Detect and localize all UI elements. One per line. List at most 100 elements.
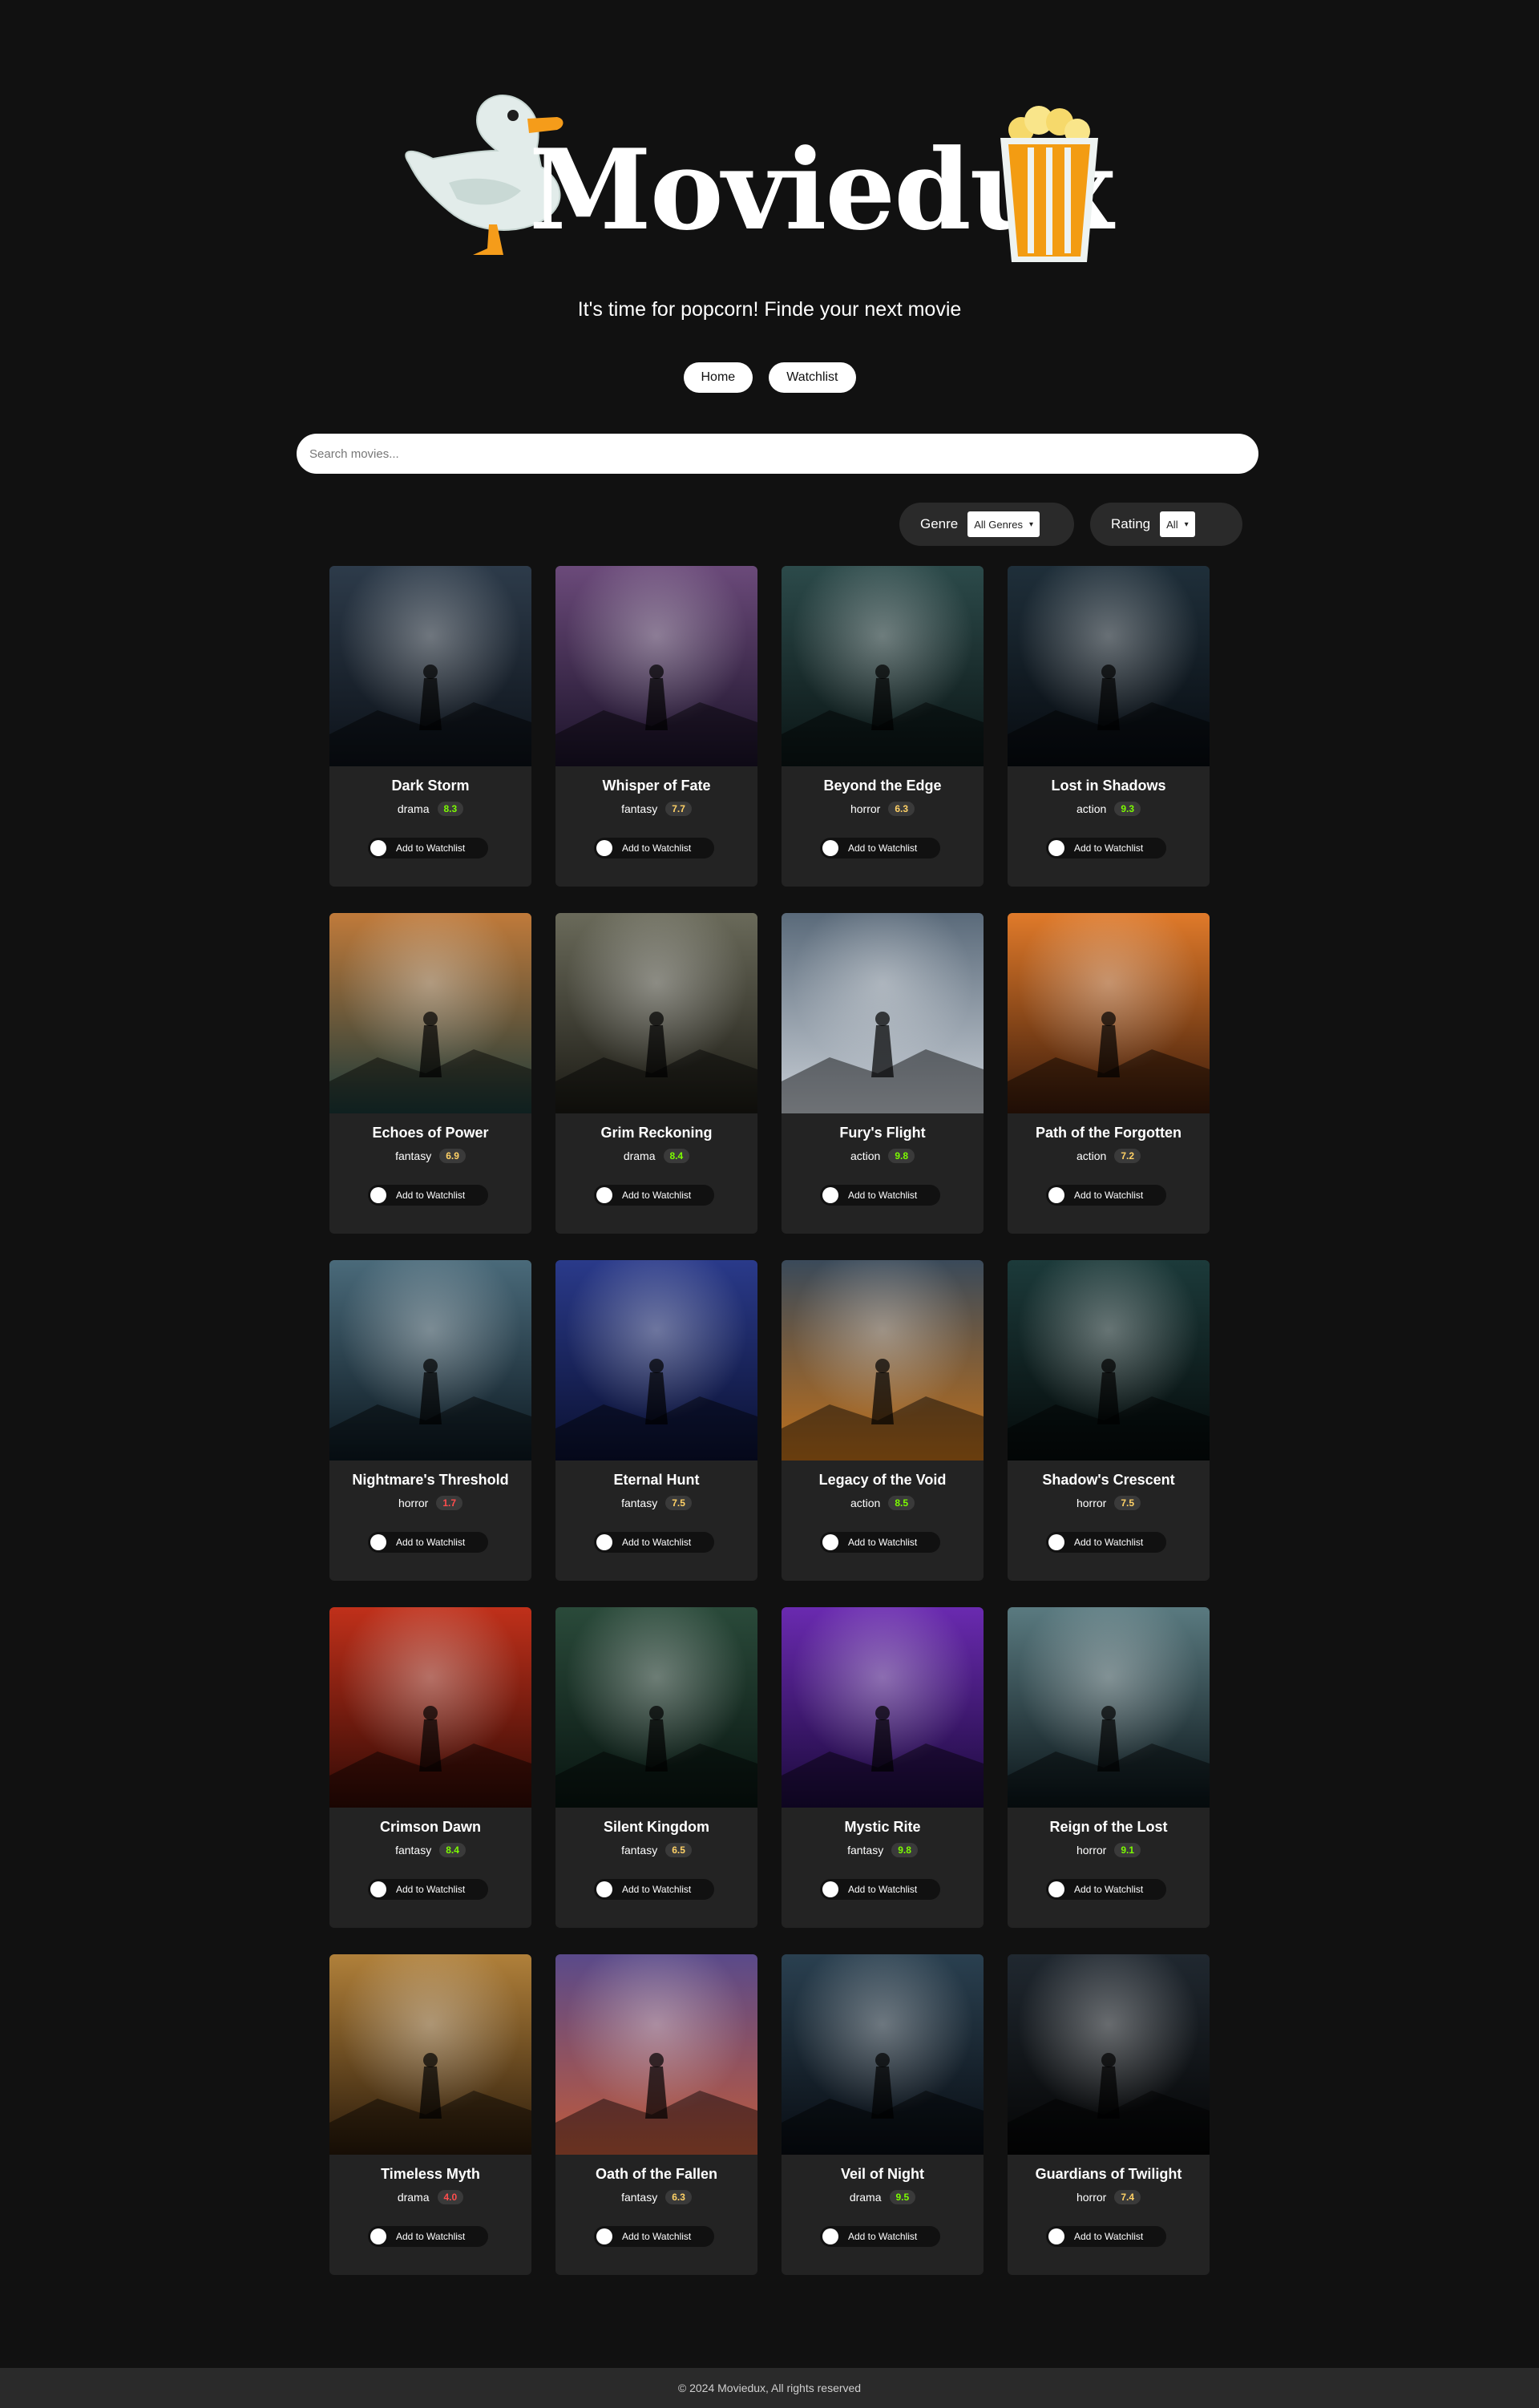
watchlist-toggle[interactable]: Add to Watchlist (594, 1185, 714, 1206)
movie-meta: drama 9.5 (782, 2190, 984, 2204)
watchlist-toggle[interactable]: Add to Watchlist (820, 1185, 940, 1206)
movie-rating: 6.9 (439, 1149, 466, 1163)
movie-title: Path of the Forgotten (1036, 1125, 1182, 1141)
movie-genre: horror (1076, 1844, 1107, 1857)
movie-card: Mystic Rite fantasy 9.8 Add to Watchlist (782, 1607, 984, 1928)
logo-text: Moviedux (529, 124, 1114, 255)
movie-poster (782, 1954, 984, 2155)
movie-meta: action 8.5 (782, 1496, 984, 1510)
watchlist-toggle[interactable]: Add to Watchlist (594, 2226, 714, 2247)
watchlist-toggle[interactable]: Add to Watchlist (820, 838, 940, 859)
genre-select-value: All Genres (974, 518, 1023, 531)
genre-filter-label: Genre (920, 516, 959, 531)
genre-filter: Genre All Genres ▾ (899, 503, 1074, 546)
movie-meta: fantasy 6.9 (329, 1149, 531, 1163)
movie-card: Whisper of Fate fantasy 7.7 Add to Watch… (555, 566, 757, 887)
movie-card: Timeless Myth drama 4.0 Add to Watchlist (329, 1954, 531, 2275)
movie-genre: fantasy (395, 1149, 432, 1162)
watchlist-toggle[interactable]: Add to Watchlist (1046, 1185, 1166, 1206)
movie-rating: 6.3 (888, 802, 915, 816)
footer-text: © 2024 Moviedux, All rights reserved (677, 2382, 862, 2394)
watchlist-toggle[interactable]: Add to Watchlist (1046, 1532, 1166, 1553)
movie-meta: drama 4.0 (329, 2190, 531, 2204)
watchlist-toggle-label: Add to Watchlist (622, 1537, 692, 1548)
genre-select[interactable]: All Genres ▾ (967, 511, 1040, 537)
movie-meta: fantasy 9.8 (782, 1843, 984, 1857)
movie-genre: fantasy (621, 802, 658, 815)
movie-rating: 7.5 (1114, 1496, 1141, 1510)
watchlist-toggle[interactable]: Add to Watchlist (594, 1879, 714, 1900)
watchlist-toggle[interactable]: Add to Watchlist (1046, 2226, 1166, 2247)
movie-card: Fury's Flight action 9.8 Add to Watchlis… (782, 913, 984, 1234)
watchlist-toggle[interactable]: Add to Watchlist (368, 1879, 488, 1900)
movie-card: Dark Storm drama 8.3 Add to Watchlist (329, 566, 531, 887)
movie-card: Eternal Hunt fantasy 7.5 Add to Watchlis… (555, 1260, 757, 1581)
toggle-knob (1048, 840, 1064, 856)
movie-card: Legacy of the Void action 8.5 Add to Wat… (782, 1260, 984, 1581)
movie-meta: fantasy 7.7 (555, 802, 757, 816)
movie-card: Silent Kingdom fantasy 6.5 Add to Watchl… (555, 1607, 757, 1928)
watchlist-toggle[interactable]: Add to Watchlist (368, 1185, 488, 1206)
watchlist-toggle-label: Add to Watchlist (848, 2231, 918, 2242)
movie-poster (782, 1260, 984, 1461)
chevron-down-icon: ▾ (1028, 519, 1033, 529)
toggle-knob (596, 1534, 612, 1550)
movie-genre: fantasy (621, 1497, 658, 1509)
movie-genre: fantasy (621, 2191, 658, 2204)
movie-title: Legacy of the Void (818, 1472, 947, 1488)
movie-rating: 1.7 (436, 1496, 463, 1510)
watchlist-toggle[interactable]: Add to Watchlist (368, 2226, 488, 2247)
movie-title: Lost in Shadows (1051, 778, 1166, 794)
movie-poster (329, 1607, 531, 1808)
toggle-knob (370, 840, 386, 856)
watchlist-toggle[interactable]: Add to Watchlist (1046, 1879, 1166, 1900)
toggle-knob (822, 1187, 838, 1203)
movie-title: Echoes of Power (372, 1125, 489, 1141)
rating-select[interactable]: All ▾ (1160, 511, 1195, 537)
movie-title: Oath of the Fallen (595, 2166, 717, 2182)
watchlist-toggle[interactable]: Add to Watchlist (594, 838, 714, 859)
watchlist-toggle[interactable]: Add to Watchlist (368, 1532, 488, 1553)
movie-rating: 9.8 (888, 1149, 915, 1163)
movie-poster (555, 913, 757, 1113)
toggle-knob (1048, 1187, 1064, 1203)
watchlist-toggle-label: Add to Watchlist (1074, 842, 1144, 854)
watchlist-toggle[interactable]: Add to Watchlist (594, 1532, 714, 1553)
movie-poster (1008, 1954, 1210, 2155)
nav-home-button[interactable]: Home (683, 362, 753, 393)
movie-genre: fantasy (621, 1844, 658, 1857)
search-input[interactable] (297, 434, 1258, 474)
movie-meta: drama 8.4 (555, 1149, 757, 1163)
movie-title: Timeless Myth (381, 2166, 480, 2182)
movie-poster (1008, 913, 1210, 1113)
movie-meta: fantasy 6.5 (555, 1843, 757, 1857)
movie-genre: fantasy (395, 1844, 432, 1857)
movie-genre: horror (398, 1497, 429, 1509)
movie-genre: action (850, 1149, 881, 1162)
movie-title: Fury's Flight (839, 1125, 926, 1141)
movie-meta: drama 8.3 (329, 802, 531, 816)
watchlist-toggle[interactable]: Add to Watchlist (820, 2226, 940, 2247)
nav-watchlist-button[interactable]: Watchlist (769, 362, 856, 393)
watchlist-toggle[interactable]: Add to Watchlist (820, 1879, 940, 1900)
toggle-knob (596, 1881, 612, 1897)
movie-title: Shadow's Crescent (1042, 1472, 1175, 1488)
movie-meta: horror 7.4 (1008, 2190, 1210, 2204)
movie-card: Reign of the Lost horror 9.1 Add to Watc… (1008, 1607, 1210, 1928)
movie-title: Guardians of Twilight (1035, 2166, 1182, 2182)
watchlist-toggle-label: Add to Watchlist (622, 2231, 692, 2242)
watchlist-toggle-label: Add to Watchlist (396, 1537, 466, 1548)
watchlist-toggle[interactable]: Add to Watchlist (1046, 838, 1166, 859)
watchlist-toggle[interactable]: Add to Watchlist (368, 838, 488, 859)
movie-card: Echoes of Power fantasy 6.9 Add to Watch… (329, 913, 531, 1234)
movie-rating: 9.8 (891, 1843, 918, 1857)
toggle-knob (370, 1534, 386, 1550)
movie-title: Beyond the Edge (823, 778, 942, 794)
movie-poster (1008, 1260, 1210, 1461)
movie-rating: 7.7 (665, 802, 692, 816)
watchlist-toggle[interactable]: Add to Watchlist (820, 1532, 940, 1553)
toggle-knob (596, 1187, 612, 1203)
movie-genre: action (850, 1497, 881, 1509)
movie-genre: action (1076, 1149, 1107, 1162)
movie-genre: drama (397, 2191, 430, 2204)
